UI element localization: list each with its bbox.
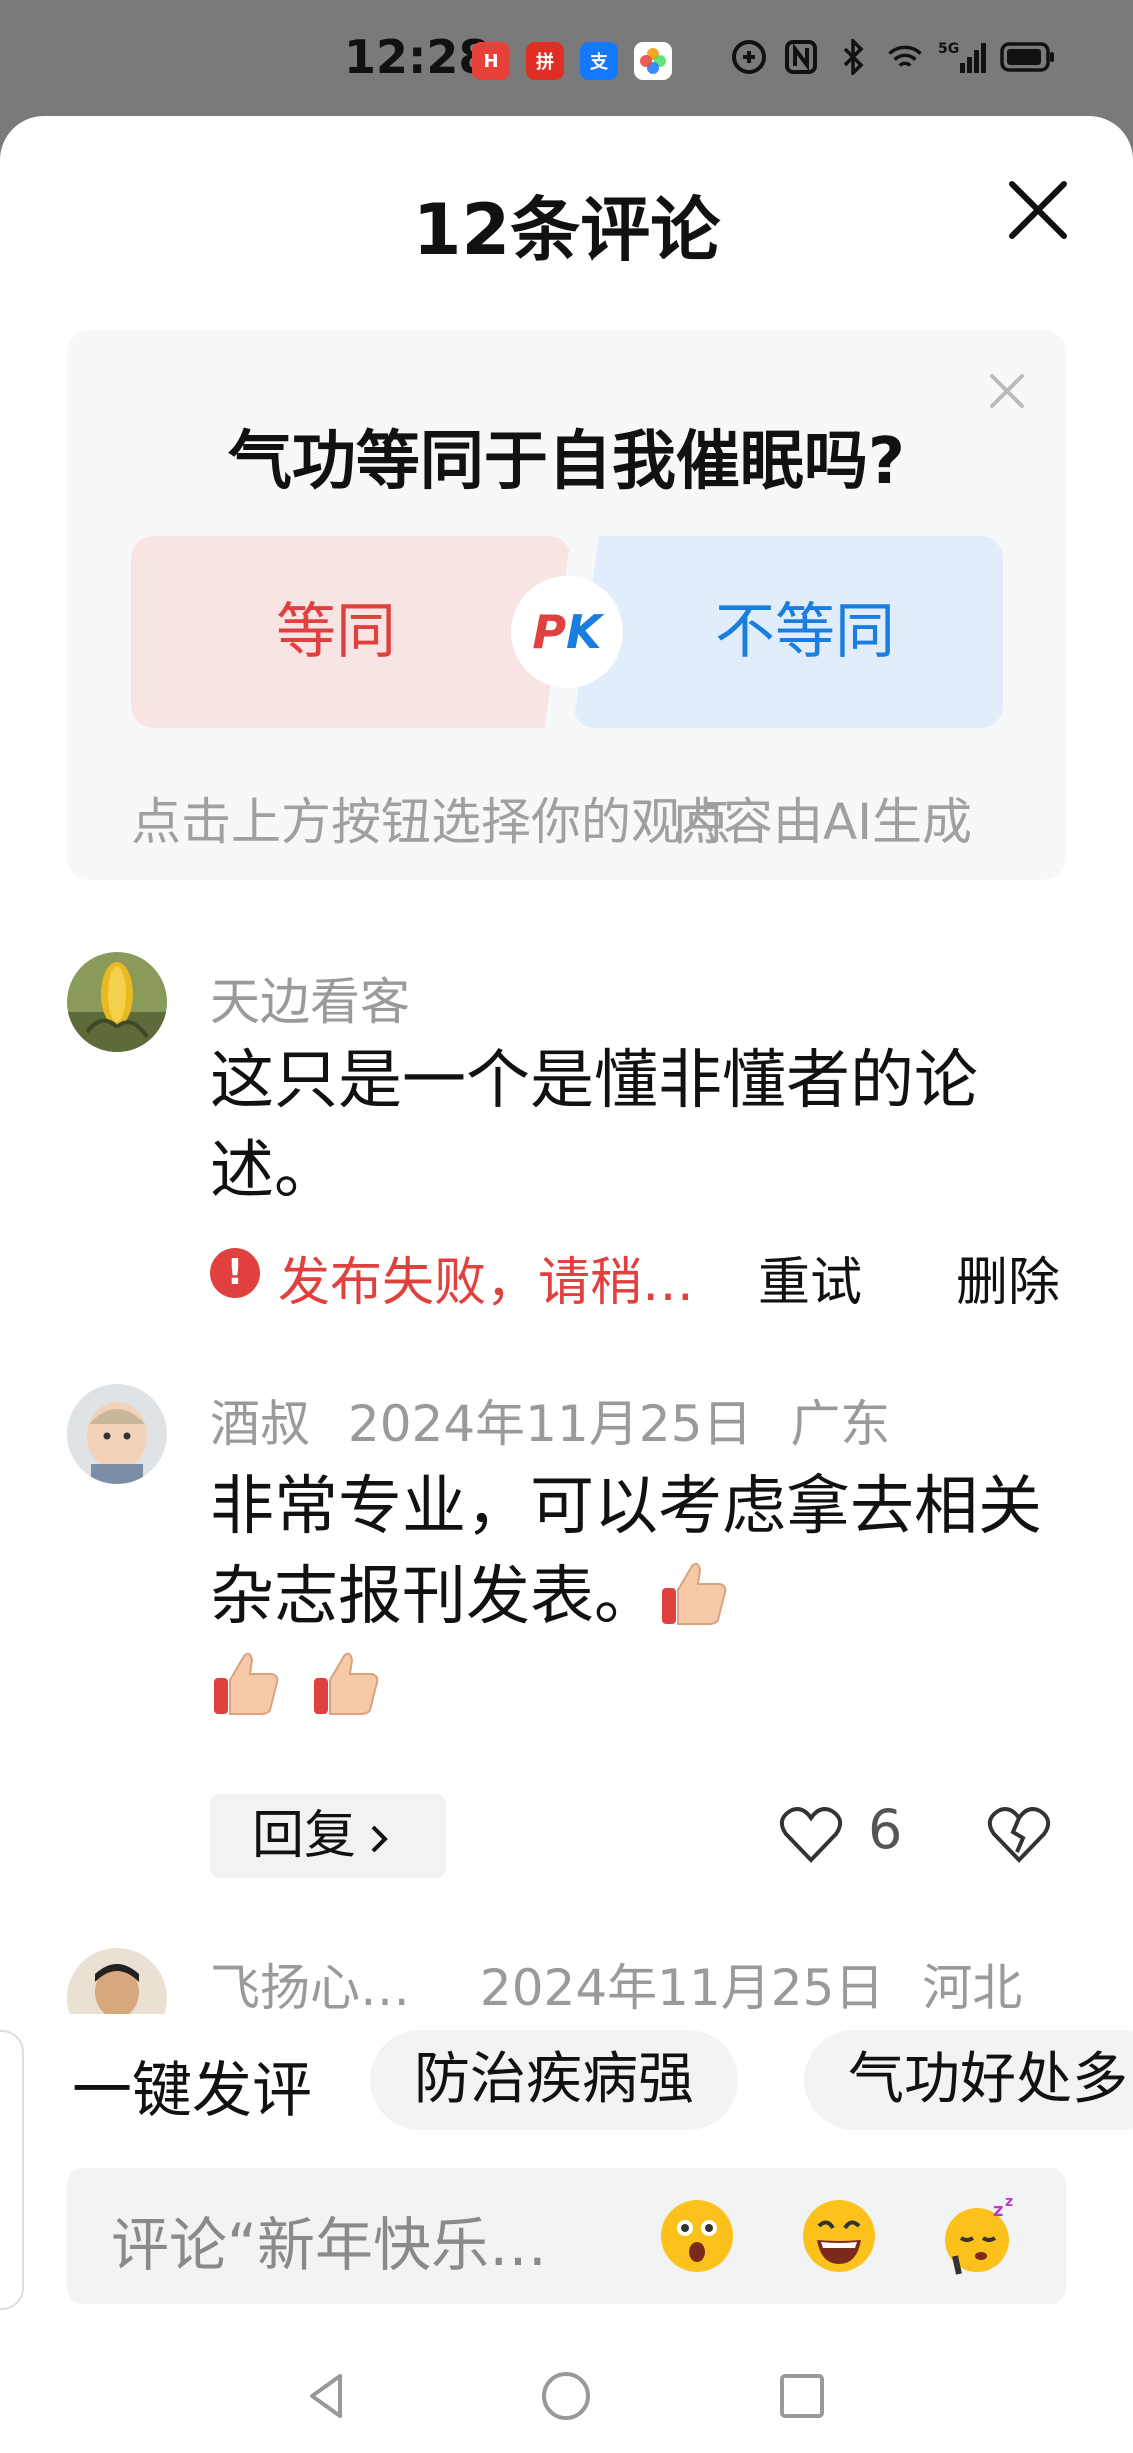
- data-saver-icon: [730, 38, 768, 76]
- avatar-baby-image: [67, 1384, 167, 1484]
- side-panel-handle[interactable]: [0, 2030, 24, 2310]
- close-icon: [990, 374, 1024, 408]
- quick-comment-label: 一键发评: [72, 2056, 312, 2126]
- pk-badge: PK: [511, 576, 623, 688]
- comment-body: 这只是一个是懂非懂者的论述。: [210, 1044, 978, 1208]
- system-navigation-bar: [0, 2340, 1133, 2453]
- quick-comment-chip[interactable]: 气功好处多: [804, 2030, 1133, 2130]
- signal-icon: 5G: [938, 38, 986, 76]
- comment-author[interactable]: 酒叔: [210, 1395, 310, 1453]
- laughing-face-icon: [803, 2200, 875, 2272]
- svg-text:z: z: [993, 2200, 1003, 2221]
- comment-input[interactable]: 评论“新年快乐… z z: [67, 2168, 1066, 2304]
- broken-heart-icon: [987, 1807, 1051, 1863]
- close-button[interactable]: [1002, 174, 1074, 246]
- retry-button[interactable]: 重试: [758, 1240, 862, 1315]
- comment-region: 河北: [922, 1959, 1023, 2017]
- thumbs-up-emoji-icon: [662, 1562, 727, 1625]
- pk-hint: 点击上方按钮选择你的观点: [131, 793, 731, 851]
- comment-date: 2024年11月25日: [479, 1959, 885, 2017]
- comment-date: 2024年11月25日: [347, 1395, 753, 1453]
- status-app-icons: H 拼 支: [472, 42, 672, 80]
- error-icon: !: [210, 1248, 260, 1298]
- nav-home-button[interactable]: [538, 2368, 594, 2424]
- surprised-face-icon: [661, 2200, 733, 2272]
- comment-input-placeholder: 评论“新年快乐…: [111, 2211, 548, 2279]
- comment-region: 广东: [790, 1395, 891, 1453]
- battery-icon: [1000, 38, 1056, 76]
- sheet-title: 12条评论: [412, 189, 721, 271]
- quick-comment-chip[interactable]: 防治疾病强: [370, 2030, 738, 2130]
- surprised-emoji-button[interactable]: [655, 2194, 739, 2278]
- home-circle-icon: [542, 2372, 590, 2420]
- publish-failed-row: ! 发布失败，请稍… 重试 删除: [210, 1240, 1070, 1313]
- nav-recents-button[interactable]: [774, 2368, 830, 2424]
- bluetooth-icon: [834, 38, 872, 76]
- comments-sheet: 12条评论 气功等同于自我催眠吗? 等同 不等同 PK 点击上方按钮选择你的观点…: [0, 116, 1133, 2453]
- heart-icon: [779, 1807, 843, 1863]
- pk-vote-card: 气功等同于自我催眠吗? 等同 不等同 PK 点击上方按钮选择你的观点 内容由AI…: [67, 330, 1066, 880]
- thumbs-up-emoji-icon: [214, 1652, 279, 1715]
- status-system-icons: 5G: [730, 38, 1056, 76]
- svg-text:z: z: [1005, 2194, 1013, 2210]
- comment-meta: 酒叔 2024年11月25日 广东: [210, 1384, 890, 1456]
- publish-failed-text: 发布失败，请稍…: [278, 1253, 695, 1313]
- comment-author[interactable]: 天边看客: [210, 962, 410, 1034]
- pk-card-close-button[interactable]: [982, 366, 1032, 416]
- reply-button[interactable]: 回复: [210, 1794, 446, 1878]
- status-time: 12:28: [344, 30, 491, 84]
- sleepy-emoji-button[interactable]: z z: [937, 2194, 1021, 2278]
- alipay-app-icon: 支: [580, 42, 618, 80]
- like-count: 6: [868, 1798, 903, 1861]
- avatar[interactable]: [67, 952, 167, 1052]
- comment-body: 非常专业，可以考虑拿去相关杂志报刊发表。: [210, 1462, 1060, 1732]
- comment-meta: 飞扬心… 2024年11月25日 河北: [210, 1948, 1022, 2020]
- like-button[interactable]: [778, 1802, 844, 1868]
- chevron-right-icon: [371, 1825, 388, 1853]
- back-triangle-icon: [310, 2374, 342, 2418]
- recents-square-icon: [780, 2374, 824, 2418]
- svg-text:5G: 5G: [938, 41, 959, 57]
- ai-generated-note: 内容由AI生成: [673, 793, 972, 851]
- nfc-icon: [782, 38, 820, 76]
- dislike-button[interactable]: [986, 1802, 1052, 1868]
- sleepy-face-icon: z z: [945, 2194, 1013, 2275]
- wifi-icon: [886, 38, 924, 76]
- close-icon: [1009, 181, 1067, 239]
- quick-comment-row: 一键发评 防治疾病强 气功好处多: [0, 2030, 1133, 2310]
- delete-button[interactable]: 删除: [956, 1240, 1060, 1315]
- thumbs-up-emoji-icon: [314, 1652, 379, 1715]
- laughing-emoji-button[interactable]: [797, 2194, 881, 2278]
- status-bar: 12:28 H 拼 支 5G: [0, 0, 1133, 120]
- pk-option-not-equal-button[interactable]: 不等同: [607, 536, 1003, 728]
- photos-app-icon: [634, 42, 672, 80]
- comment-author[interactable]: 飞扬心…: [210, 1959, 410, 2017]
- avatar-flower-image: [67, 952, 167, 1052]
- nav-back-button[interactable]: [300, 2368, 356, 2424]
- huawei-app-icon: H: [472, 42, 510, 80]
- pk-option-equal-button[interactable]: 等同: [131, 536, 541, 728]
- pk-question: 气功等同于自我催眠吗?: [227, 425, 906, 499]
- avatar[interactable]: [67, 1384, 167, 1484]
- pdd-app-icon: 拼: [526, 42, 564, 80]
